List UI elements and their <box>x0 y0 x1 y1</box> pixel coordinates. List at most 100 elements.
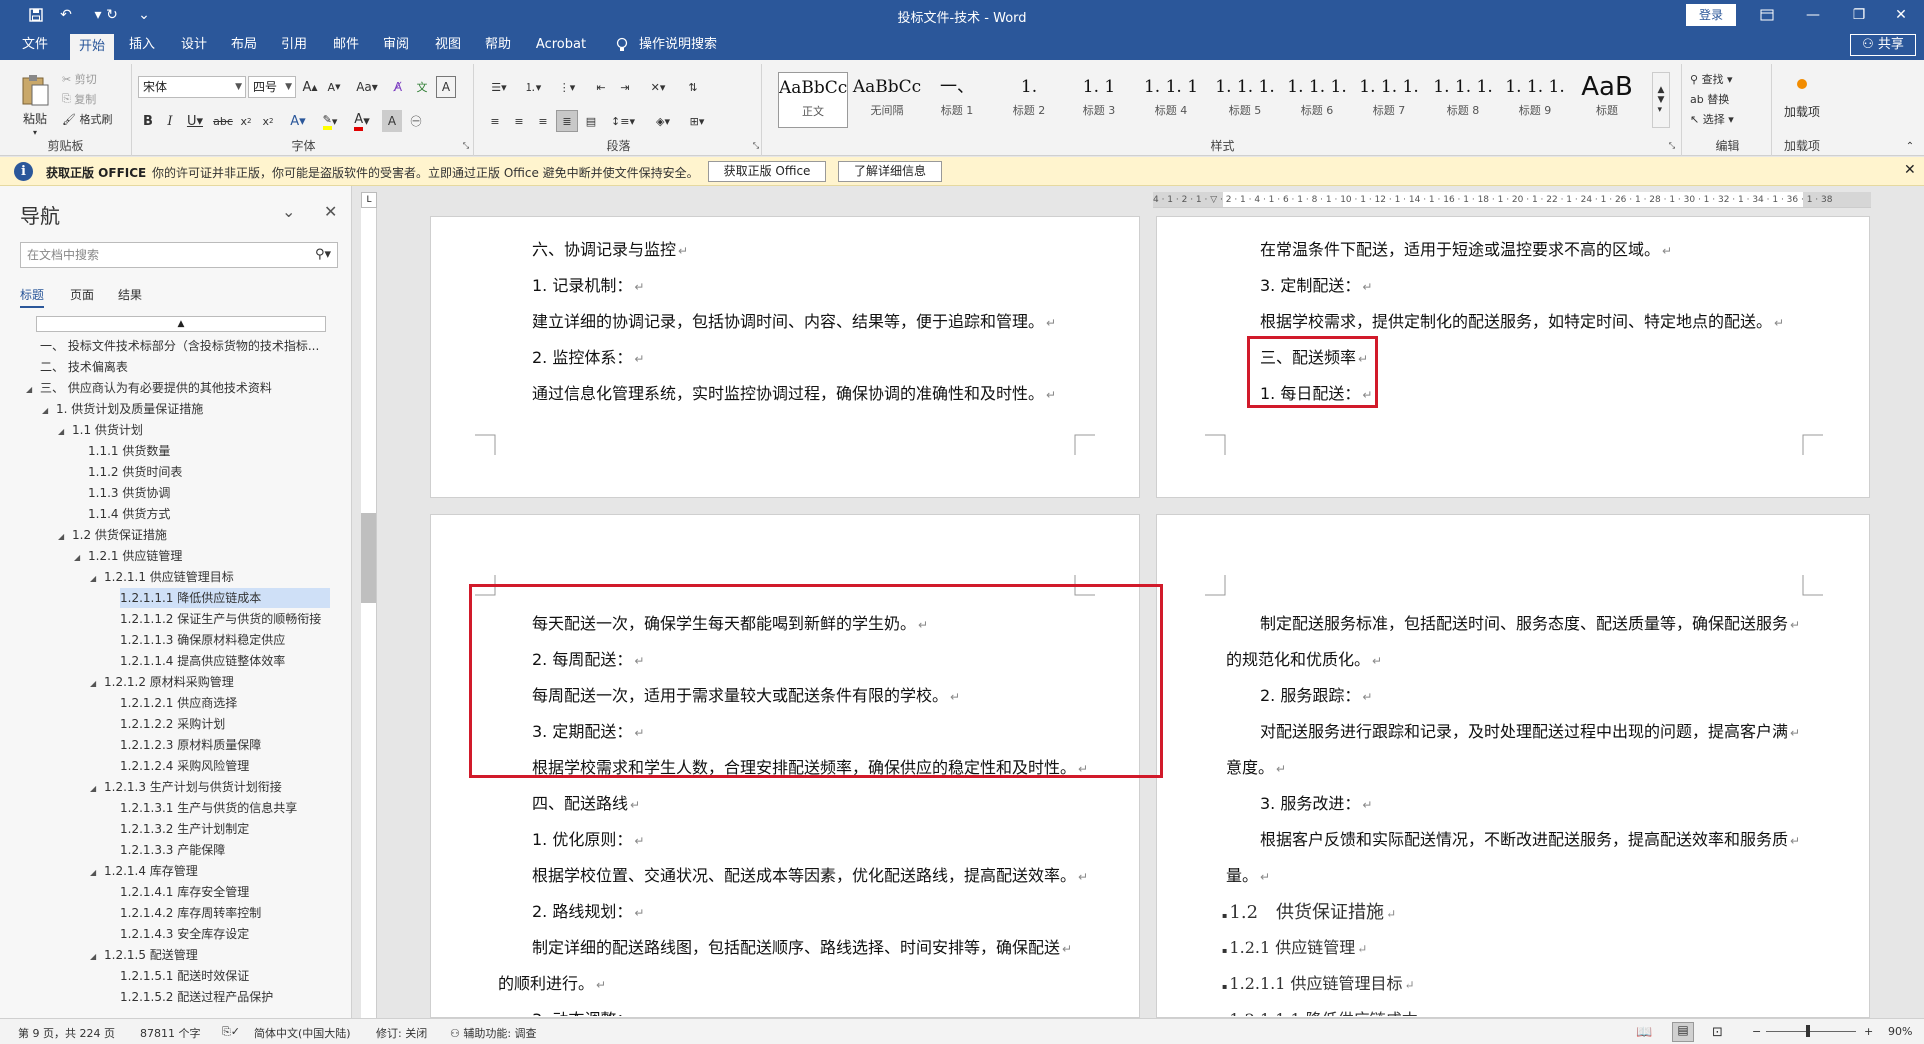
font-color-icon[interactable]: A ▾ <box>348 110 376 132</box>
style-item[interactable]: 1. 1. 1. 标题 7 <box>1354 72 1424 128</box>
close-icon[interactable]: ✕ <box>1878 0 1924 30</box>
tab-insert[interactable]: 插入 <box>120 30 164 60</box>
expand-triangle-icon[interactable]: ◢ <box>90 569 104 587</box>
superscript-icon[interactable]: x2 <box>258 110 278 132</box>
login-button[interactable]: 登录 <box>1686 4 1736 26</box>
document-paragraph[interactable]: ▪ 1.2.1 供应链管理 ↵ <box>1222 934 1367 958</box>
redo-icon[interactable]: ↻ <box>98 0 126 30</box>
document-paragraph[interactable]: 3. 服务改进： ↵ <box>1260 790 1372 814</box>
nav-heading-item[interactable]: 1.2.1.1.4 提高供应链整体效率 <box>120 651 330 671</box>
document-paragraph[interactable]: 1. 记录机制： ↵ <box>532 272 644 296</box>
tab-review[interactable]: 审阅 <box>374 30 418 60</box>
nav-heading-item[interactable]: 1.1.3 供货协调 <box>88 483 330 503</box>
nav-heading-item[interactable]: ◢ 1.2.1.2 原材料采购管理 <box>90 672 330 692</box>
expand-triangle-icon[interactable]: ◢ <box>74 548 88 566</box>
tab-layout[interactable]: 布局 <box>222 30 266 60</box>
style-item[interactable]: 1. 1. 1. 标题 6 <box>1282 72 1352 128</box>
document-paragraph[interactable]: 2. 服务跟踪： ↵ <box>1260 682 1372 706</box>
nav-heading-item[interactable]: ◢ 1.2.1.4 库存管理 <box>90 861 330 881</box>
document-paragraph[interactable]: 3. 动态调整：↵ <box>532 1006 644 1016</box>
tab-results[interactable]: 结果 <box>118 286 142 303</box>
document-paragraph[interactable]: ▪1.2.1.1.1 降低供应链成本↵ <box>1222 1006 1429 1016</box>
paragraph-dialog-launcher-icon[interactable]: ⤡ <box>750 140 762 152</box>
paste-icon[interactable] <box>14 70 56 110</box>
replace-button[interactable]: ab 替换 <box>1690 90 1766 108</box>
zoom-slider[interactable] <box>1766 1031 1856 1032</box>
document-paragraph[interactable]: 2. 监控体系： ↵ <box>532 344 644 368</box>
collapse-ribbon-icon[interactable]: ⌃ <box>1902 140 1918 152</box>
close-icon[interactable]: ✕ <box>1904 162 1916 178</box>
nav-heading-item[interactable]: 1.2.1.3.1 生产与供货的信息共享 <box>120 798 330 818</box>
tab-references[interactable]: 引用 <box>272 30 316 60</box>
bullets-icon[interactable]: ☰▾ <box>484 76 514 98</box>
styles-more-icon[interactable]: ▲ ▼ ▾ <box>1652 72 1670 128</box>
enclose-characters-icon[interactable]: ㊀ <box>406 110 426 132</box>
nav-heading-item[interactable]: 1.2.1.4.3 安全库存设定 <box>120 924 330 944</box>
underline-icon[interactable]: U▾ <box>182 110 208 132</box>
tab-help[interactable]: 帮助 <box>476 30 520 60</box>
style-item[interactable]: AaBbCc 无间隔 <box>852 72 922 128</box>
cut-button[interactable]: ✂ 剪切 <box>62 70 126 88</box>
style-item[interactable]: 1. 标题 2 <box>994 72 1064 128</box>
tab-headings[interactable]: 标题 <box>20 286 45 308</box>
nav-heading-item[interactable]: 1.2.1.1.2 保证生产与供货的顺畅衔接 <box>120 609 330 629</box>
tell-me-search[interactable]: 操作说明搜索 <box>638 30 718 60</box>
zoom-level[interactable]: 90% <box>1888 1025 1912 1038</box>
document-paragraph[interactable]: 在常温条件下配送，适用于短途或温控要求不高的区域。 ↵ <box>1260 236 1672 260</box>
document-paragraph[interactable]: ▪ 1.2 供货保证措施 ↵ <box>1222 898 1396 924</box>
scroll-up-icon[interactable]: ▲ <box>36 316 326 332</box>
nav-heading-item[interactable]: 1.2.1.2.2 采购计划 <box>120 714 330 734</box>
find-button[interactable]: ⚲ 查找 ▾ <box>1690 70 1766 88</box>
italic-icon[interactable]: I <box>160 110 180 132</box>
tab-view[interactable]: 视图 <box>426 30 470 60</box>
expand-triangle-icon[interactable]: ◢ <box>26 380 40 398</box>
expand-triangle-icon[interactable]: ◢ <box>90 947 104 965</box>
undo-icon[interactable]: ↶ <box>52 0 80 30</box>
style-item[interactable]: AaB 标题 <box>1572 72 1642 128</box>
document-paragraph[interactable]: ▪ 1.2.1.1 供应链管理目标 ↵ <box>1222 970 1415 994</box>
nav-heading-item[interactable]: 一、 投标文件技术标部分（含投标货物的技术指标... <box>40 336 330 356</box>
nav-heading-item[interactable]: 1.2.1.4.2 库存周转率控制 <box>120 903 330 923</box>
search-icon[interactable]: ⚲▾ <box>315 243 331 267</box>
grow-font-icon[interactable]: A ▲ <box>300 76 320 98</box>
close-icon[interactable]: ✕ <box>324 202 337 221</box>
paste-button[interactable]: 粘贴 <box>14 110 56 126</box>
nav-heading-item[interactable]: 1.2.1.3.2 生产计划制定 <box>120 819 330 839</box>
document-paragraph[interactable]: 根据客户反馈和实际配送情况，不断改进配送服务，提高配送效率和服务质 ↵ <box>1260 826 1800 850</box>
multilevel-list-icon[interactable]: ⋮▾ <box>552 76 582 98</box>
nav-heading-item[interactable]: 1.2.1.4.1 库存安全管理 <box>120 882 330 902</box>
align-right-icon[interactable]: ≡ <box>532 110 554 132</box>
style-item[interactable]: AaBbCc 正文 <box>778 72 848 128</box>
chinese-layout-icon[interactable]: ✕▾ <box>642 76 674 98</box>
nav-heading-item[interactable]: 1.2.1.2.4 采购风险管理 <box>120 756 330 776</box>
document-paragraph[interactable]: 对配送服务进行跟踪和记录，及时处理配送过程中出现的问题，提高客户满 ↵ <box>1260 718 1800 742</box>
proofing-icon[interactable]: ⎘✓ <box>222 1025 240 1039</box>
tab-file[interactable]: 文件 <box>10 30 60 60</box>
tab-design[interactable]: 设计 <box>172 30 216 60</box>
format-painter-button[interactable]: 🖌 格式刷 <box>62 110 126 128</box>
increase-indent-icon[interactable]: ⇥ <box>614 76 636 98</box>
document-paragraph[interactable]: 2. 路线规划： ↵ <box>532 898 644 922</box>
document-paragraph[interactable]: 1. 优化原则： ↵ <box>532 826 644 850</box>
shrink-font-icon[interactable]: A ▼ <box>324 76 344 98</box>
document-paragraph[interactable]: 制定详细的配送路线图，包括配送顺序、路线选择、时间安排等，确保配送 ↵ <box>532 934 1072 958</box>
addins-icon[interactable] <box>1788 74 1816 94</box>
style-item[interactable]: 1. 1 标题 3 <box>1064 72 1134 128</box>
web-layout-icon[interactable]: ⊡ <box>1712 1025 1723 1040</box>
style-item[interactable]: 1. 1. 1 标题 4 <box>1136 72 1206 128</box>
document-paragraph[interactable]: 建立详细的协调记录，包括协调时间、内容、结果等，便于追踪和管理。 ↵ <box>532 308 1056 332</box>
addins-button[interactable]: 加载项 <box>1780 96 1824 128</box>
nav-heading-item[interactable]: 1.1.1 供货数量 <box>88 441 330 461</box>
document-paragraph[interactable]: 根据学校需求，提供定制化的配送服务，如特定时间、特定地点的配送。 ↵ <box>1260 308 1784 332</box>
document-paragraph[interactable]: 六、协调记录与监控 ↵ <box>532 236 688 260</box>
expand-triangle-icon[interactable]: ◢ <box>90 863 104 881</box>
tab-mailings[interactable]: 邮件 <box>324 30 368 60</box>
share-button[interactable]: ⚇ 共享 <box>1850 34 1916 56</box>
learn-more-button[interactable]: 了解详细信息 <box>838 161 942 182</box>
style-item[interactable]: 1. 1. 1. 标题 5 <box>1210 72 1280 128</box>
tab-acrobat[interactable]: Acrobat <box>530 30 592 60</box>
tab-home[interactable]: 开始 <box>70 34 114 60</box>
expand-triangle-icon[interactable]: ◢ <box>58 422 72 440</box>
distributed-icon[interactable]: ▤ <box>580 110 602 132</box>
save-icon[interactable] <box>22 0 50 30</box>
